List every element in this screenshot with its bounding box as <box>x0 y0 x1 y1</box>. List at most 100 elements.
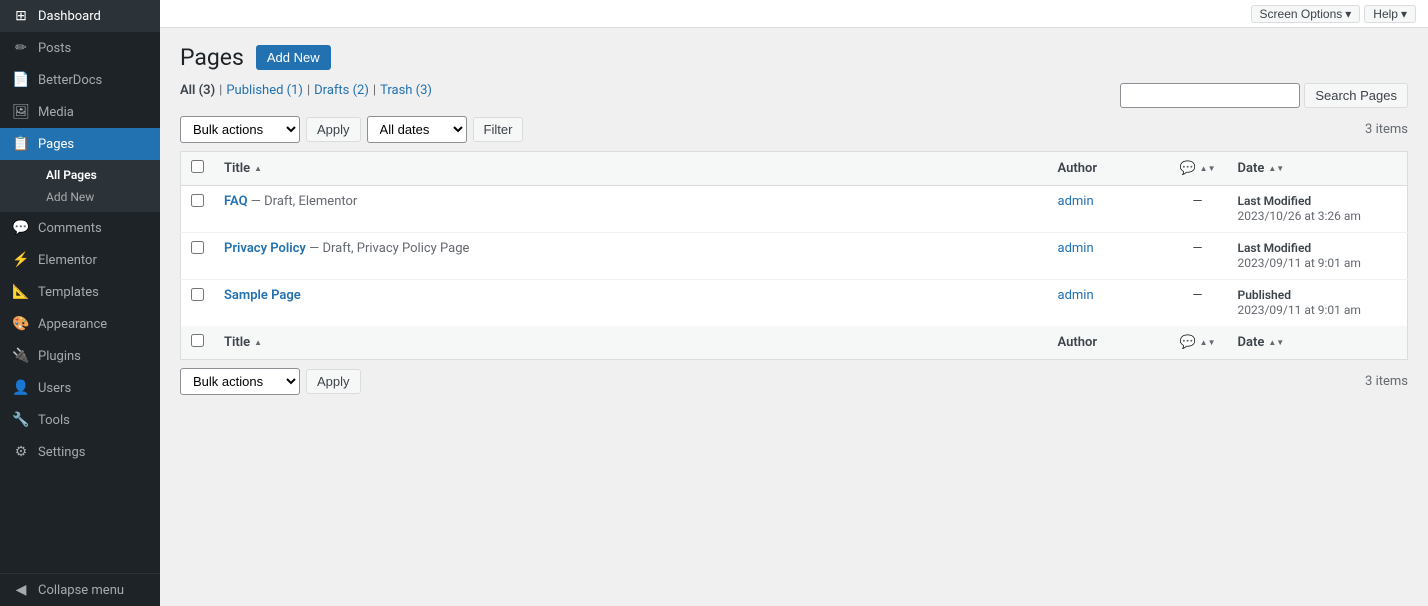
page-header: Pages Add New <box>180 44 1408 71</box>
filter-search-row: All (3) | Published (1) | Drafts (2) | T… <box>180 83 1408 108</box>
filter-trash[interactable]: Trash (3) <box>380 83 432 98</box>
row-comments-cell: — <box>1168 233 1228 280</box>
col-header-checkbox <box>181 152 215 186</box>
date-value: 2023/09/11 at 9:01 am <box>1238 256 1361 270</box>
date-filter-select[interactable]: All dates <box>367 116 467 143</box>
page-title-link[interactable]: Privacy Policy <box>224 241 306 256</box>
comments-count: — <box>1192 241 1202 256</box>
sidebar-item-posts[interactable]: ✏ Posts <box>0 32 160 64</box>
search-row: Search Pages <box>1120 83 1408 108</box>
page-meta: — Draft, Elementor <box>251 194 358 209</box>
sidebar-item-appearance[interactable]: 🎨 Appearance <box>0 308 160 340</box>
sidebar-item-label: Users <box>38 381 71 396</box>
sidebar-sub-all-pages[interactable]: All Pages <box>38 164 160 186</box>
filter-drafts[interactable]: Drafts (2) <box>314 83 369 98</box>
author-col-label: Author <box>1058 161 1098 176</box>
sidebar-sub-add-new[interactable]: Add New <box>38 186 160 208</box>
search-input[interactable] <box>1120 83 1300 108</box>
betterdocs-icon: 📄 <box>12 72 30 88</box>
date-footer-label: Date <box>1238 335 1265 350</box>
help-button[interactable]: Help ▾ <box>1364 5 1416 23</box>
title-sort-arrows: ▲ <box>254 165 262 173</box>
comments-count: — <box>1192 194 1202 209</box>
apply-button-top[interactable]: Apply <box>306 117 361 142</box>
author-link[interactable]: admin <box>1058 241 1094 256</box>
author-footer-label: Author <box>1058 335 1098 350</box>
screen-options-button[interactable]: Screen Options ▾ <box>1251 5 1361 23</box>
date-status: Last Modified <box>1238 241 1312 255</box>
page-title-link[interactable]: FAQ <box>224 194 248 209</box>
sidebar-item-elementor[interactable]: ⚡ Elementor <box>0 244 160 276</box>
sidebar-item-plugins[interactable]: 🔌 Plugins <box>0 340 160 372</box>
filter-button[interactable]: Filter <box>473 117 524 142</box>
comments-footer-icon: 💬 <box>1179 335 1195 350</box>
pages-icon: 📋 <box>12 136 30 152</box>
date-sort-arrows: ▲▼ <box>1268 165 1284 173</box>
select-all-checkbox[interactable] <box>191 160 204 173</box>
top-toolbar: Bulk actions Apply All dates Filter 3 it… <box>180 116 1408 143</box>
title-footer-label: Title <box>224 335 250 350</box>
sidebar-item-label: Pages <box>38 137 74 152</box>
sidebar-item-betterdocs[interactable]: 📄 BetterDocs <box>0 64 160 96</box>
bulk-actions-select-top[interactable]: Bulk actions <box>180 116 300 143</box>
row-checkbox[interactable] <box>191 241 204 254</box>
top-bar: Screen Options ▾ Help ▾ <box>160 0 1428 28</box>
filter-published[interactable]: Published (1) <box>226 83 303 98</box>
main-content: Screen Options ▾ Help ▾ Pages Add New Al… <box>160 0 1428 606</box>
pages-table: Title ▲ Author 💬 ▲▼ <box>180 151 1408 360</box>
row-checkbox-cell <box>181 186 215 233</box>
help-label: Help <box>1373 7 1398 21</box>
sidebar-item-label: Comments <box>38 221 102 236</box>
templates-icon: 📐 <box>12 284 30 300</box>
col-header-author: Author <box>1048 152 1168 186</box>
users-icon: 👤 <box>12 380 30 396</box>
comments-icon: 💬 <box>1179 161 1195 176</box>
row-author-cell: admin <box>1048 186 1168 233</box>
apply-button-bottom[interactable]: Apply <box>306 369 361 394</box>
comments-icon: 💬 <box>12 220 30 236</box>
sidebar-item-comments[interactable]: 💬 Comments <box>0 212 160 244</box>
date-value: 2023/10/26 at 3:26 am <box>1238 209 1361 223</box>
collapse-menu-button[interactable]: ◀ Collapse menu <box>0 573 160 606</box>
author-link[interactable]: admin <box>1058 288 1094 303</box>
filter-all[interactable]: All (3) <box>180 83 215 98</box>
sidebar-item-label: Tools <box>38 413 70 428</box>
date-status: Published <box>1238 288 1291 302</box>
table-header-row: Title ▲ Author 💬 ▲▼ <box>181 152 1408 186</box>
bulk-actions-select-bottom[interactable]: Bulk actions <box>180 368 300 395</box>
add-new-button[interactable]: Add New <box>256 45 331 70</box>
sidebar-item-label: Dashboard <box>38 9 101 24</box>
items-count-top: 3 items <box>1365 122 1408 137</box>
author-link[interactable]: admin <box>1058 194 1094 209</box>
row-date-cell: Published 2023/09/11 at 9:01 am <box>1228 280 1408 327</box>
col-header-comments: 💬 ▲▼ <box>1168 152 1228 186</box>
page-title: Pages <box>180 44 244 71</box>
pages-submenu: All Pages Add New <box>0 160 160 212</box>
row-checkbox[interactable] <box>191 288 204 301</box>
date-status: Last Modified <box>1238 194 1312 208</box>
sidebar-item-settings[interactable]: ⚙ Settings <box>0 436 160 468</box>
col-footer-checkbox <box>181 326 215 360</box>
sidebar-item-users[interactable]: 👤 Users <box>0 372 160 404</box>
sidebar-item-label: Elementor <box>38 253 97 268</box>
screen-options-arrow-icon: ▾ <box>1345 7 1351 21</box>
bottom-toolbar: Bulk actions Apply 3 items <box>180 368 1408 395</box>
sidebar-item-media[interactable]: 🖼 Media <box>0 96 160 128</box>
row-checkbox-cell <box>181 280 215 327</box>
comments-count: — <box>1192 288 1202 303</box>
sidebar: ⊞ Dashboard ✏ Posts 📄 BetterDocs 🖼 Media… <box>0 0 160 606</box>
sidebar-item-templates[interactable]: 📐 Templates <box>0 276 160 308</box>
select-all-footer-checkbox[interactable] <box>191 334 204 347</box>
sidebar-item-label: Templates <box>38 285 99 300</box>
sidebar-item-tools[interactable]: 🔧 Tools <box>0 404 160 436</box>
page-title-link[interactable]: Sample Page <box>224 288 301 303</box>
sidebar-item-dashboard[interactable]: ⊞ Dashboard <box>0 0 160 32</box>
row-title-cell: FAQ — Draft, Elementor <box>214 186 1048 233</box>
search-pages-button[interactable]: Search Pages <box>1304 83 1408 108</box>
col-footer-date: Date ▲▼ <box>1228 326 1408 360</box>
date-col-label: Date <box>1238 161 1265 176</box>
row-checkbox[interactable] <box>191 194 204 207</box>
sidebar-item-pages[interactable]: 📋 Pages <box>0 128 160 160</box>
table-row: FAQ — Draft, Elementor admin — Last Modi… <box>181 186 1408 233</box>
elementor-icon: ⚡ <box>12 252 30 268</box>
